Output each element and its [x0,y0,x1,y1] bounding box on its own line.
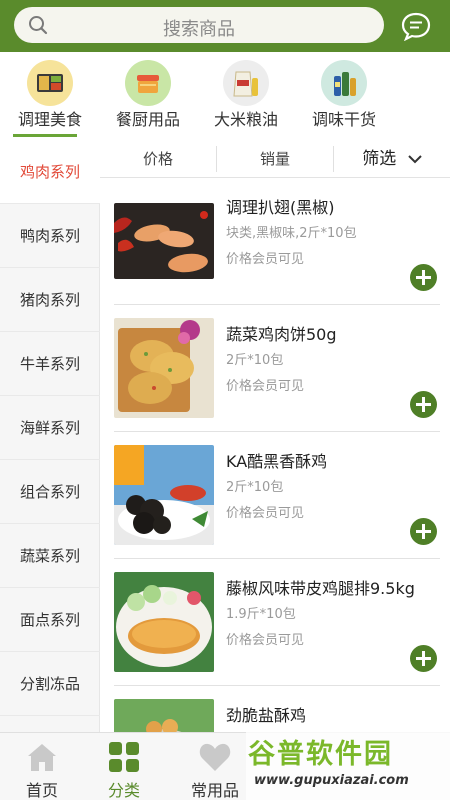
category-tab-cooked-food[interactable]: 调理美食 [0,52,100,140]
add-to-cart-button[interactable] [410,518,437,545]
sort-by-price[interactable]: 价格 [100,140,216,178]
product-spec: 块类,黑椒味,2斤*10包 [226,226,357,241]
black-crispy-chicken-photo [114,445,214,545]
sort-filter-bar: 价格 销量 筛选 [100,140,450,178]
subcategory-sidebar: 鸡肉系列 鸭肉系列 猪肉系列 牛羊系列 海鲜系列 组合系列 蔬菜系列 面点系列 … [0,140,100,732]
product-spec: 2斤*10包 [226,480,284,495]
seasoning-bottles-icon [321,60,367,106]
sidebar-item-seafood[interactable]: 海鲜系列 [0,396,100,460]
sidebar-item-frozen-cuts[interactable]: 分割冻品 [0,652,100,716]
tab-label: 首页 [25,781,58,800]
filter-button[interactable]: 筛选 [334,140,450,178]
tab-label: 分类 [107,781,140,800]
category-label: 调理美食 [17,110,82,129]
add-to-cart-button[interactable] [410,264,437,291]
product-price-note: 价格会员可见 [226,379,305,394]
chicken-cutlet-photo [114,572,214,672]
tab-favorites[interactable]: 常用品 [173,733,257,800]
product-item[interactable]: 调理扒翅(黑椒) 块类,黑椒味,2斤*10包 价格会员可见 [100,178,450,305]
bento-box-icon [27,60,73,106]
category-strip: 调理美食 餐厨用品 大米粮油 调味干货 [0,52,450,140]
product-price-note: 价格会员可见 [226,252,305,267]
product-name: KA酷黑香酥鸡 [226,452,328,471]
category-tab-rice-oil[interactable]: 大米粮油 [196,52,296,140]
add-to-cart-button[interactable] [410,645,437,672]
heart-icon [198,741,232,773]
tab-category[interactable]: 分类 [82,733,166,800]
tab-label: 常用品 [190,781,239,800]
product-spec: 2斤*10包 [226,353,284,368]
popcorn-chicken-photo [114,699,214,732]
product-item[interactable]: 藤椒风味带皮鸡腿排9.5kg 1.9斤*10包 价格会员可见 [100,559,450,686]
product-item[interactable]: 蔬菜鸡肉饼50g 2斤*10包 价格会员可见 [100,305,450,432]
top-header: 搜索商品 [0,0,450,52]
product-item[interactable]: KA酷黑香酥鸡 2斤*10包 价格会员可见 [100,432,450,559]
product-spec: 1.9斤*10包 [226,607,296,622]
product-name: 调理扒翅(黑椒) [226,198,335,217]
home-icon [25,741,59,773]
chicken-patties-photo [114,318,214,418]
product-price-note: 价格会员可见 [226,633,305,648]
add-to-cart-button[interactable] [410,391,437,418]
watermark-title: 谷普软件园 [248,739,393,770]
category-label: 餐厨用品 [115,110,180,129]
category-grid-icon [107,741,141,773]
sidebar-item-pastry[interactable]: 面点系列 [0,588,100,652]
chat-bubble-icon[interactable] [400,11,432,42]
search-placeholder: 搜索商品 [163,19,235,40]
sidebar-item-combo[interactable]: 组合系列 [0,460,100,524]
search-bar[interactable]: 搜索商品 [14,7,384,43]
category-tab-kitchenware[interactable]: 餐厨用品 [98,52,198,140]
active-category-indicator [13,134,77,137]
site-watermark: 谷普软件园 www.gupuxiazai.com [246,726,450,800]
chevron-down-icon [407,140,422,178]
product-name: 蔬菜鸡肉饼50g [226,325,337,344]
grilled-wings-photo [114,203,214,279]
tab-home[interactable]: 首页 [0,733,84,800]
category-tab-seasoning[interactable]: 调味干货 [294,52,394,140]
sidebar-item-duck[interactable]: 鸭肉系列 [0,204,100,268]
filter-label: 筛选 [362,149,397,169]
watermark-url: www.gupuxiazai.com [254,773,409,788]
sort-by-sales[interactable]: 销量 [217,140,333,178]
app-screen: 搜索商品 调理美食 餐厨用品 大米粮油 调味干货 鸡肉系列 鸭肉系列 猪肉系列 … [0,0,450,800]
product-price-note: 价格会员可见 [226,506,305,521]
category-label: 调味干货 [311,110,376,129]
rice-bag-icon [223,60,269,106]
sidebar-item-pork[interactable]: 猪肉系列 [0,268,100,332]
sidebar-item-vegetables[interactable]: 蔬菜系列 [0,524,100,588]
sidebar-item-chicken[interactable]: 鸡肉系列 [0,140,100,204]
product-name: 藤椒风味带皮鸡腿排9.5kg [226,579,415,598]
product-name: 劲脆盐酥鸡 [226,706,307,725]
category-label: 大米粮油 [213,110,278,129]
food-container-icon [125,60,171,106]
sidebar-item-beef-lamb[interactable]: 牛羊系列 [0,332,100,396]
product-list: 调理扒翅(黑椒) 块类,黑椒味,2斤*10包 价格会员可见 蔬菜鸡肉饼50g 2… [100,178,450,732]
